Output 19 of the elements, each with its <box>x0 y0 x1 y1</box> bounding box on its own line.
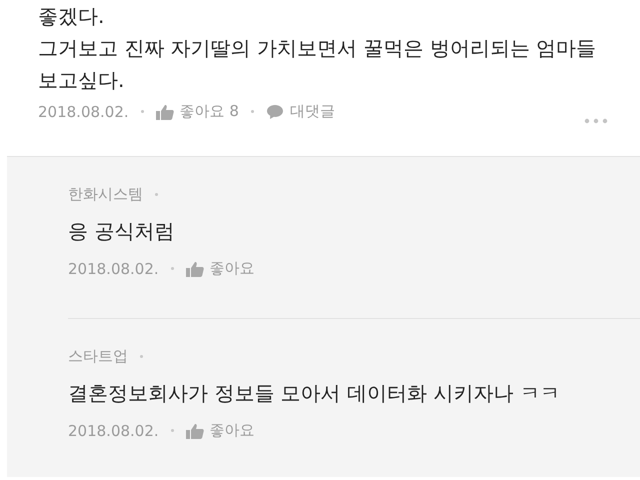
comment-text: 그거보고 진짜 자기딸의 가치보면서 꿀먹은 벙어리되는 엄마들 <box>38 35 598 62</box>
thumbs-up-icon <box>186 260 204 276</box>
thumbs-up-icon <box>156 104 174 120</box>
comment-date: 2018.08.02. <box>38 102 129 120</box>
comment-text: 보고싶다. <box>38 67 126 94</box>
reply-text: 결혼정보회사가 정보들 모아서 데이터화 시키자나 ㅋㅋ <box>68 380 561 407</box>
reply-author: 한화시스템 <box>68 185 143 204</box>
reply-date: 2018.08.02. <box>68 260 159 278</box>
more-icon[interactable] <box>584 118 608 124</box>
like-button[interactable]: 좋아요 <box>186 259 255 278</box>
reply-button[interactable]: 대댓글 <box>266 102 335 121</box>
speech-bubble-icon <box>266 104 284 120</box>
reply-date: 2018.08.02. <box>68 422 159 440</box>
reply-text: 응 공식처럼 <box>68 218 176 245</box>
comment-text: 좋겠다. <box>38 3 106 30</box>
reply-author: 스타트업 <box>68 347 128 366</box>
like-button[interactable]: 좋아요 8 <box>156 102 239 121</box>
like-button[interactable]: 좋아요 <box>186 421 255 440</box>
thumbs-up-icon <box>186 422 204 438</box>
